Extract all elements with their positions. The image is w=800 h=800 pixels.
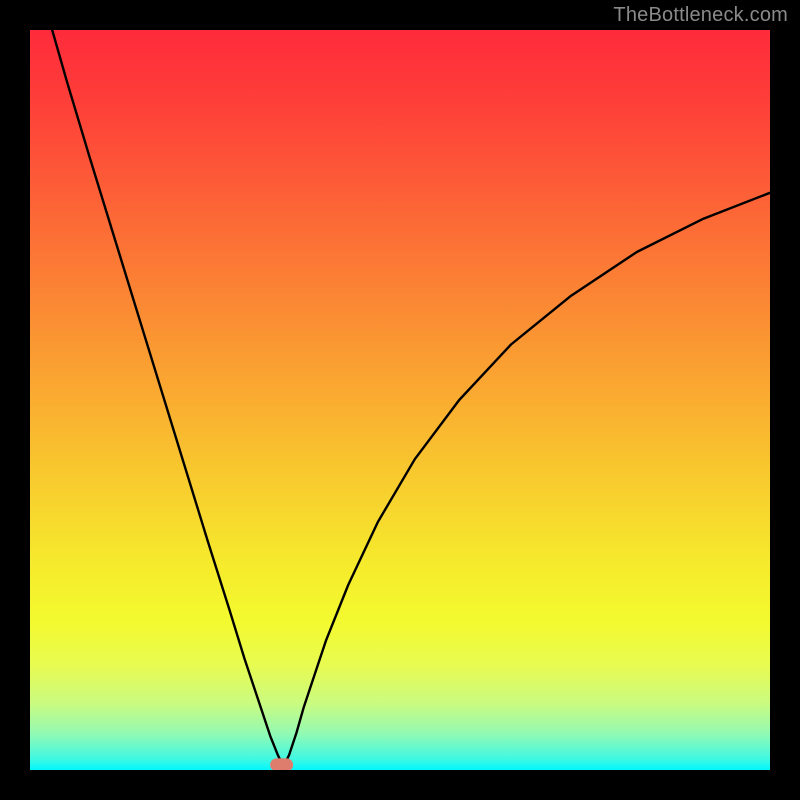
chart-frame: TheBottleneck.com bbox=[0, 0, 800, 800]
optimal-marker bbox=[270, 758, 293, 770]
plot-area bbox=[30, 30, 770, 770]
gradient-background bbox=[30, 30, 770, 770]
watermark-text: TheBottleneck.com bbox=[613, 4, 788, 27]
chart-svg bbox=[30, 30, 770, 770]
